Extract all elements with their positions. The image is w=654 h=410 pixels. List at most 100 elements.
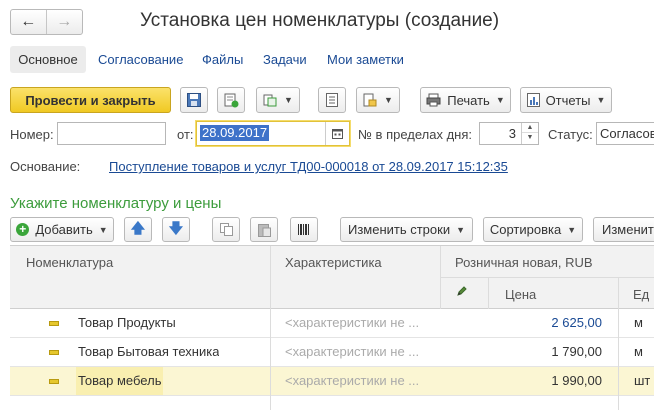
change-rows-label: Изменить строки — [347, 222, 451, 237]
status-value: Согласова — [600, 126, 654, 141]
header-price[interactable]: Цена — [505, 287, 536, 302]
copy-button[interactable] — [212, 217, 240, 242]
row-characteristic: <характеристики не ... — [285, 315, 420, 330]
arrow-up-icon: 🡅 — [130, 219, 146, 236]
sort-label: Сортировка — [489, 222, 562, 237]
floppy-disk-icon — [187, 93, 201, 107]
row-characteristic: <характеристики не ... — [285, 344, 420, 359]
basis-label: Основание: — [10, 159, 81, 174]
attachments-button[interactable]: ▼ — [356, 87, 400, 113]
save-button[interactable] — [180, 87, 208, 113]
row-price: 1 990,00 — [551, 373, 602, 388]
date-input[interactable]: 28.09.2017 — [196, 121, 350, 146]
document-list-button[interactable] — [318, 87, 346, 113]
row-col-divider — [618, 309, 619, 410]
create-based-icon — [263, 94, 277, 106]
row-characteristic: <характеристики не ... — [285, 373, 420, 388]
calendar-button[interactable] — [325, 122, 349, 145]
reports-label: Отчеты — [545, 92, 591, 108]
move-down-button[interactable]: 🡇 — [162, 217, 190, 242]
create-based-button[interactable]: ▼ — [256, 87, 300, 113]
table-row[interactable]: Товар Продукты <характеристики не ... 2 … — [10, 309, 654, 338]
increment-button[interactable]: ▲ — [522, 123, 538, 133]
add-label: Добавить — [35, 222, 93, 237]
document-clip-icon — [363, 93, 377, 106]
tab-files[interactable]: Файлы — [202, 52, 243, 67]
print-label: Печать — [447, 92, 490, 108]
header-retail[interactable]: Розничная новая, RUB — [455, 255, 593, 270]
header-unit[interactable]: Ед — [633, 287, 649, 302]
tab-approval[interactable]: Согласование — [98, 52, 183, 67]
move-up-button[interactable]: 🡅 — [124, 217, 152, 242]
status-select[interactable]: Согласова — [596, 122, 654, 145]
chevron-down-icon: ▼ — [495, 95, 505, 105]
page-title: Установка цен номенклатуры (создание) — [140, 10, 500, 31]
row-unit: м — [634, 344, 643, 359]
date-from-label: от: — [177, 127, 194, 142]
days-value: 3 — [508, 126, 516, 141]
barcode-button[interactable] — [290, 217, 318, 242]
change-rows-button[interactable]: Изменить строки ▼ — [340, 217, 473, 242]
row-name: Товар Продукты — [78, 315, 176, 330]
header-subline — [440, 277, 654, 278]
header-characteristic[interactable]: Характеристика — [285, 255, 382, 270]
status-label: Статус: — [548, 127, 593, 142]
col-divider — [488, 278, 489, 309]
table-row-selected[interactable]: Товар мебель <характеристики не ... 1 99… — [10, 367, 654, 396]
header-nomenclature[interactable]: Номенклатура — [26, 255, 113, 270]
add-button[interactable]: + Добавить ▼ — [10, 217, 114, 242]
basis-link[interactable]: Поступление товаров и услуг ТД00-000018 … — [109, 159, 508, 174]
pencil-icon — [456, 285, 468, 297]
arrow-right-icon: → — [56, 13, 73, 30]
row-price: 1 790,00 — [551, 344, 602, 359]
reports-button[interactable]: Отчеты ▼ — [520, 87, 612, 113]
row-marker-icon — [49, 350, 59, 355]
arrow-down-icon: 🡇 — [168, 219, 184, 236]
decrement-button[interactable]: ▼ — [522, 133, 538, 143]
printer-icon — [426, 93, 441, 107]
barcode-icon — [298, 224, 309, 235]
row-marker-icon — [49, 321, 59, 326]
row-name: Товар мебель — [76, 367, 164, 395]
report-icon — [526, 93, 540, 107]
col-divider — [618, 278, 619, 309]
row-unit: м — [634, 315, 643, 330]
change-button[interactable]: Изменит — [593, 217, 654, 242]
document-post-icon — [224, 93, 238, 107]
chevron-down-icon: ▼ — [456, 224, 466, 235]
row-name: Товар Бытовая техника — [78, 344, 220, 359]
chevron-down-icon: ▼ — [98, 224, 108, 235]
post-button[interactable] — [217, 87, 245, 113]
paste-button[interactable] — [250, 217, 278, 242]
tab-main-label: Основное — [18, 52, 78, 67]
sort-button[interactable]: Сортировка ▼ — [483, 217, 583, 242]
col-divider — [440, 246, 441, 309]
days-label: № в пределах дня: — [358, 127, 473, 142]
chevron-down-icon: ▼ — [596, 95, 606, 105]
post-and-close-button[interactable]: Провести и закрыть — [10, 87, 171, 113]
plus-circle-icon: + — [16, 223, 30, 236]
tab-notes[interactable]: Мои заметки — [327, 52, 404, 67]
row-unit: шт — [634, 373, 651, 388]
nav-arrows: ← → — [10, 9, 83, 35]
section-title: Укажите номенклатуру и цены — [10, 195, 222, 212]
back-button[interactable]: ← — [11, 10, 47, 34]
list-icon — [326, 93, 338, 107]
row-col-divider — [270, 309, 271, 410]
col-divider — [270, 246, 271, 309]
tab-main[interactable]: Основное — [10, 46, 86, 73]
forward-button[interactable]: → — [47, 10, 83, 34]
days-stepper[interactable]: 3 ▲ ▼ — [479, 122, 539, 145]
change-label: Изменит — [602, 222, 654, 237]
number-input[interactable] — [57, 122, 166, 145]
tab-tasks[interactable]: Задачи — [263, 52, 307, 67]
number-label: Номер: — [10, 127, 54, 142]
row-price: 2 625,00 — [551, 315, 602, 330]
table-row[interactable]: Товар Бытовая техника <характеристики не… — [10, 338, 654, 367]
date-value: 28.09.2017 — [200, 125, 270, 141]
copy-icon — [219, 223, 233, 236]
print-button[interactable]: Печать ▼ — [420, 87, 511, 113]
calendar-icon — [332, 129, 343, 139]
stepper-buttons: ▲ ▼ — [521, 123, 538, 144]
clipboard-icon — [257, 223, 271, 237]
